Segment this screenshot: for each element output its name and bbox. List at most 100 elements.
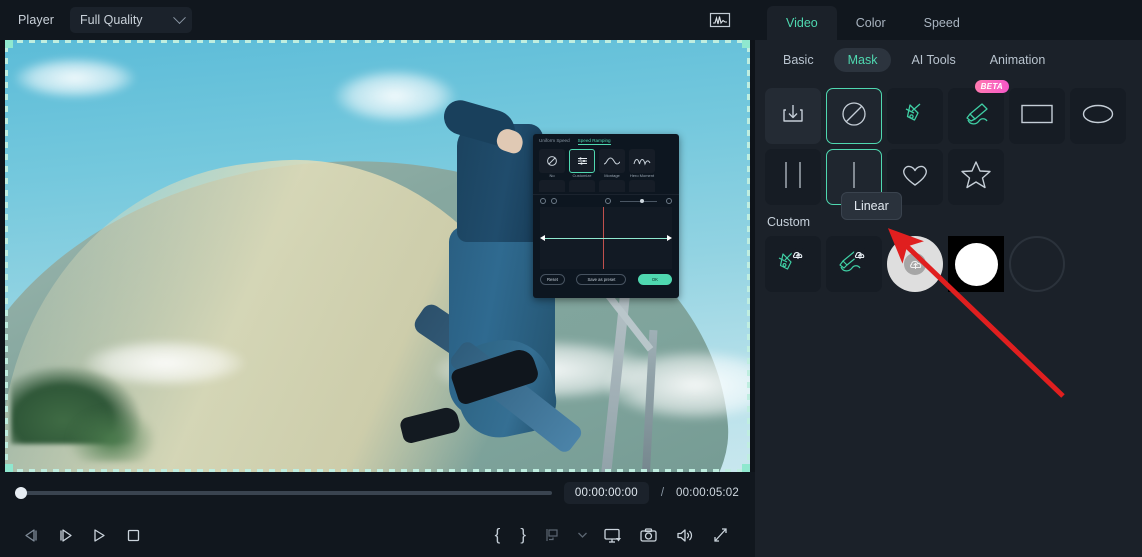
camera-icon[interactable]	[633, 520, 663, 550]
expand-icon[interactable]	[705, 520, 735, 550]
chevron-down-icon[interactable]	[573, 520, 591, 550]
import-download-icon	[780, 101, 806, 132]
mask-rectangle-button[interactable]	[1009, 88, 1065, 144]
mask-linear-button[interactable]	[826, 149, 882, 205]
overlay-tab-speed-ramping: Speed Ramping	[577, 138, 611, 145]
custom-section-label: Custom	[767, 215, 811, 229]
fullscreen-app: Player Full Quality Uniform Speed Speed …	[0, 0, 1142, 557]
custom-brush-upload-button[interactable]	[826, 236, 882, 292]
transport-bar: 00:00:00:00 / 00:00:05:02 {}	[0, 472, 755, 557]
seek-row: 00:00:00:00 / 00:00:05:02	[15, 472, 739, 514]
mask-none-button[interactable]	[826, 88, 882, 144]
overlay-preset-extra	[539, 180, 565, 193]
video-stage: Uniform Speed Speed Ramping No Customize…	[0, 40, 755, 472]
mask-star-button[interactable]	[948, 149, 1004, 205]
mask-double-line-button[interactable]	[765, 149, 821, 205]
white-circle-on-black-icon	[954, 242, 998, 286]
speed-curve	[544, 238, 668, 240]
overlay-preset-extra	[629, 180, 655, 193]
custom-upload-thumb-button[interactable]	[887, 236, 943, 292]
subtab-mask[interactable]: Mask	[833, 48, 892, 72]
single-line-icon	[837, 158, 871, 197]
wave-icon	[599, 149, 625, 173]
subtab-basic[interactable]: Basic	[769, 48, 828, 72]
mask-shape-grid: BETA	[765, 80, 1132, 205]
overlay-preset-extra	[599, 180, 625, 193]
overlay-toolbar	[533, 194, 679, 207]
marker-icon[interactable]	[537, 520, 567, 550]
panel-subtab-bar: Basic Mask AI Tools Animation	[755, 40, 1142, 80]
overlay-preset-grid-row2	[533, 180, 679, 193]
overlay-ok-button: OK	[637, 274, 672, 286]
overlay-preset-no: No	[539, 149, 565, 178]
video-preview[interactable]: Uniform Speed Speed Ramping No Customize…	[5, 40, 750, 472]
player-label: Player	[18, 13, 55, 27]
overlay-preset-customize: Customize	[569, 149, 595, 178]
overlay-preset-label: Customize	[572, 173, 592, 178]
tab-speed[interactable]: Speed	[905, 6, 979, 40]
speaker-icon[interactable]	[669, 520, 699, 550]
tab-video[interactable]: Video	[767, 6, 837, 40]
mask-brush-button[interactable]: BETA	[948, 80, 1009, 144]
custom-mask-row	[765, 236, 1132, 292]
reset-point-icon	[540, 198, 546, 205]
custom-pen-upload-button[interactable]	[765, 236, 821, 292]
subtab-mask-label: Mask	[847, 53, 878, 67]
subtab-ai-tools-label: AI Tools	[911, 53, 956, 67]
curve-handle-right	[667, 235, 672, 242]
mask-heart-button[interactable]	[887, 149, 943, 205]
center-tick-marker	[381, 40, 384, 42]
curve-handle-left	[540, 235, 545, 242]
waveform-scope-icon[interactable]	[707, 7, 733, 33]
custom-circle-mask-thumb[interactable]	[948, 236, 1004, 292]
no-icon	[539, 149, 565, 173]
mark-in-button[interactable]: {	[486, 525, 510, 545]
wave2-icon	[629, 149, 655, 173]
step-back-icon[interactable]	[16, 520, 46, 550]
overlay-preset-label: Montage	[604, 173, 620, 178]
quality-select-value: Full Quality	[80, 13, 143, 27]
overlay-tabs: Uniform Speed Speed Ramping	[533, 134, 679, 147]
subtab-animation[interactable]: Animation	[976, 48, 1060, 72]
step-forward-icon[interactable]	[50, 520, 80, 550]
overlay-tab-uniform-speed: Uniform Speed	[539, 138, 570, 143]
mask-pen-button[interactable]	[887, 88, 943, 144]
tab-color[interactable]: Color	[837, 6, 905, 40]
overlay-speed-graph	[540, 207, 672, 270]
sliders-icon	[569, 149, 595, 173]
overlay-preset-hero-moment: Hero Moment	[629, 149, 655, 178]
cloud	[335, 70, 455, 122]
subtab-animation-label: Animation	[989, 53, 1046, 67]
current-timecode[interactable]: 00:00:00:00	[563, 482, 649, 504]
tab-video-label: Video	[786, 16, 818, 30]
none-circle-slash-icon	[839, 99, 869, 134]
subtab-ai-tools[interactable]: AI Tools	[897, 48, 969, 72]
zoom-slider	[619, 198, 657, 203]
brush-icon	[960, 99, 992, 134]
tab-color-label: Color	[855, 16, 886, 30]
overlay-preset-grid: No Customize Montage Hero Moment	[533, 147, 679, 180]
mask-ellipse-button[interactable]	[1070, 88, 1126, 144]
overlay-preset-label: Hero Moment	[629, 173, 655, 178]
panel-tab-bar: Video Color Speed	[755, 0, 1142, 40]
overlay-preset-label: No	[549, 173, 555, 178]
overlay-preset-montage: Montage	[599, 149, 625, 178]
beta-badge: BETA	[974, 80, 1009, 93]
mask-import-button[interactable]	[765, 88, 821, 144]
overlay-save-preset-button: Save as preset	[576, 274, 627, 286]
brush-upload-icon	[835, 246, 873, 283]
player-column: Player Full Quality Uniform Speed Speed …	[0, 0, 755, 557]
heart-icon	[899, 160, 931, 195]
double-line-icon	[776, 158, 810, 197]
play-icon[interactable]	[84, 520, 114, 550]
chevron-down-icon	[173, 10, 186, 24]
monitor-icon[interactable]	[597, 520, 627, 550]
custom-empty-slot[interactable]	[1009, 236, 1065, 292]
quality-select[interactable]: Full Quality	[70, 7, 193, 33]
mark-out-button[interactable]: }	[511, 525, 535, 545]
seek-slider[interactable]	[15, 487, 552, 499]
seek-thumb[interactable]	[15, 487, 27, 499]
playback-button-row: { }	[16, 514, 739, 556]
stop-icon[interactable]	[118, 520, 148, 550]
overlay-buttons: Reset Save as preset OK	[533, 269, 679, 286]
